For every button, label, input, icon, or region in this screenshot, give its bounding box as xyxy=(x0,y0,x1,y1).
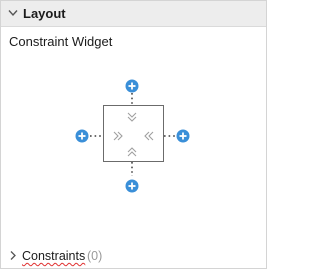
constraint-widget xyxy=(75,79,190,193)
constraints-section-header[interactable]: Constraints (0) xyxy=(1,246,266,266)
constraints-count: (0) xyxy=(87,249,103,263)
attributes-panel: Layout Constraint Widget Constraints (0) xyxy=(0,0,267,269)
constraints-label: Constraints xyxy=(22,249,86,263)
add-bottom-constraint-button[interactable] xyxy=(125,179,139,193)
add-right-constraint-button[interactable] xyxy=(176,129,190,143)
add-left-constraint-button[interactable] xyxy=(75,129,89,143)
chevron-right-icon[interactable] xyxy=(9,250,17,261)
add-top-constraint-button[interactable] xyxy=(125,79,139,93)
